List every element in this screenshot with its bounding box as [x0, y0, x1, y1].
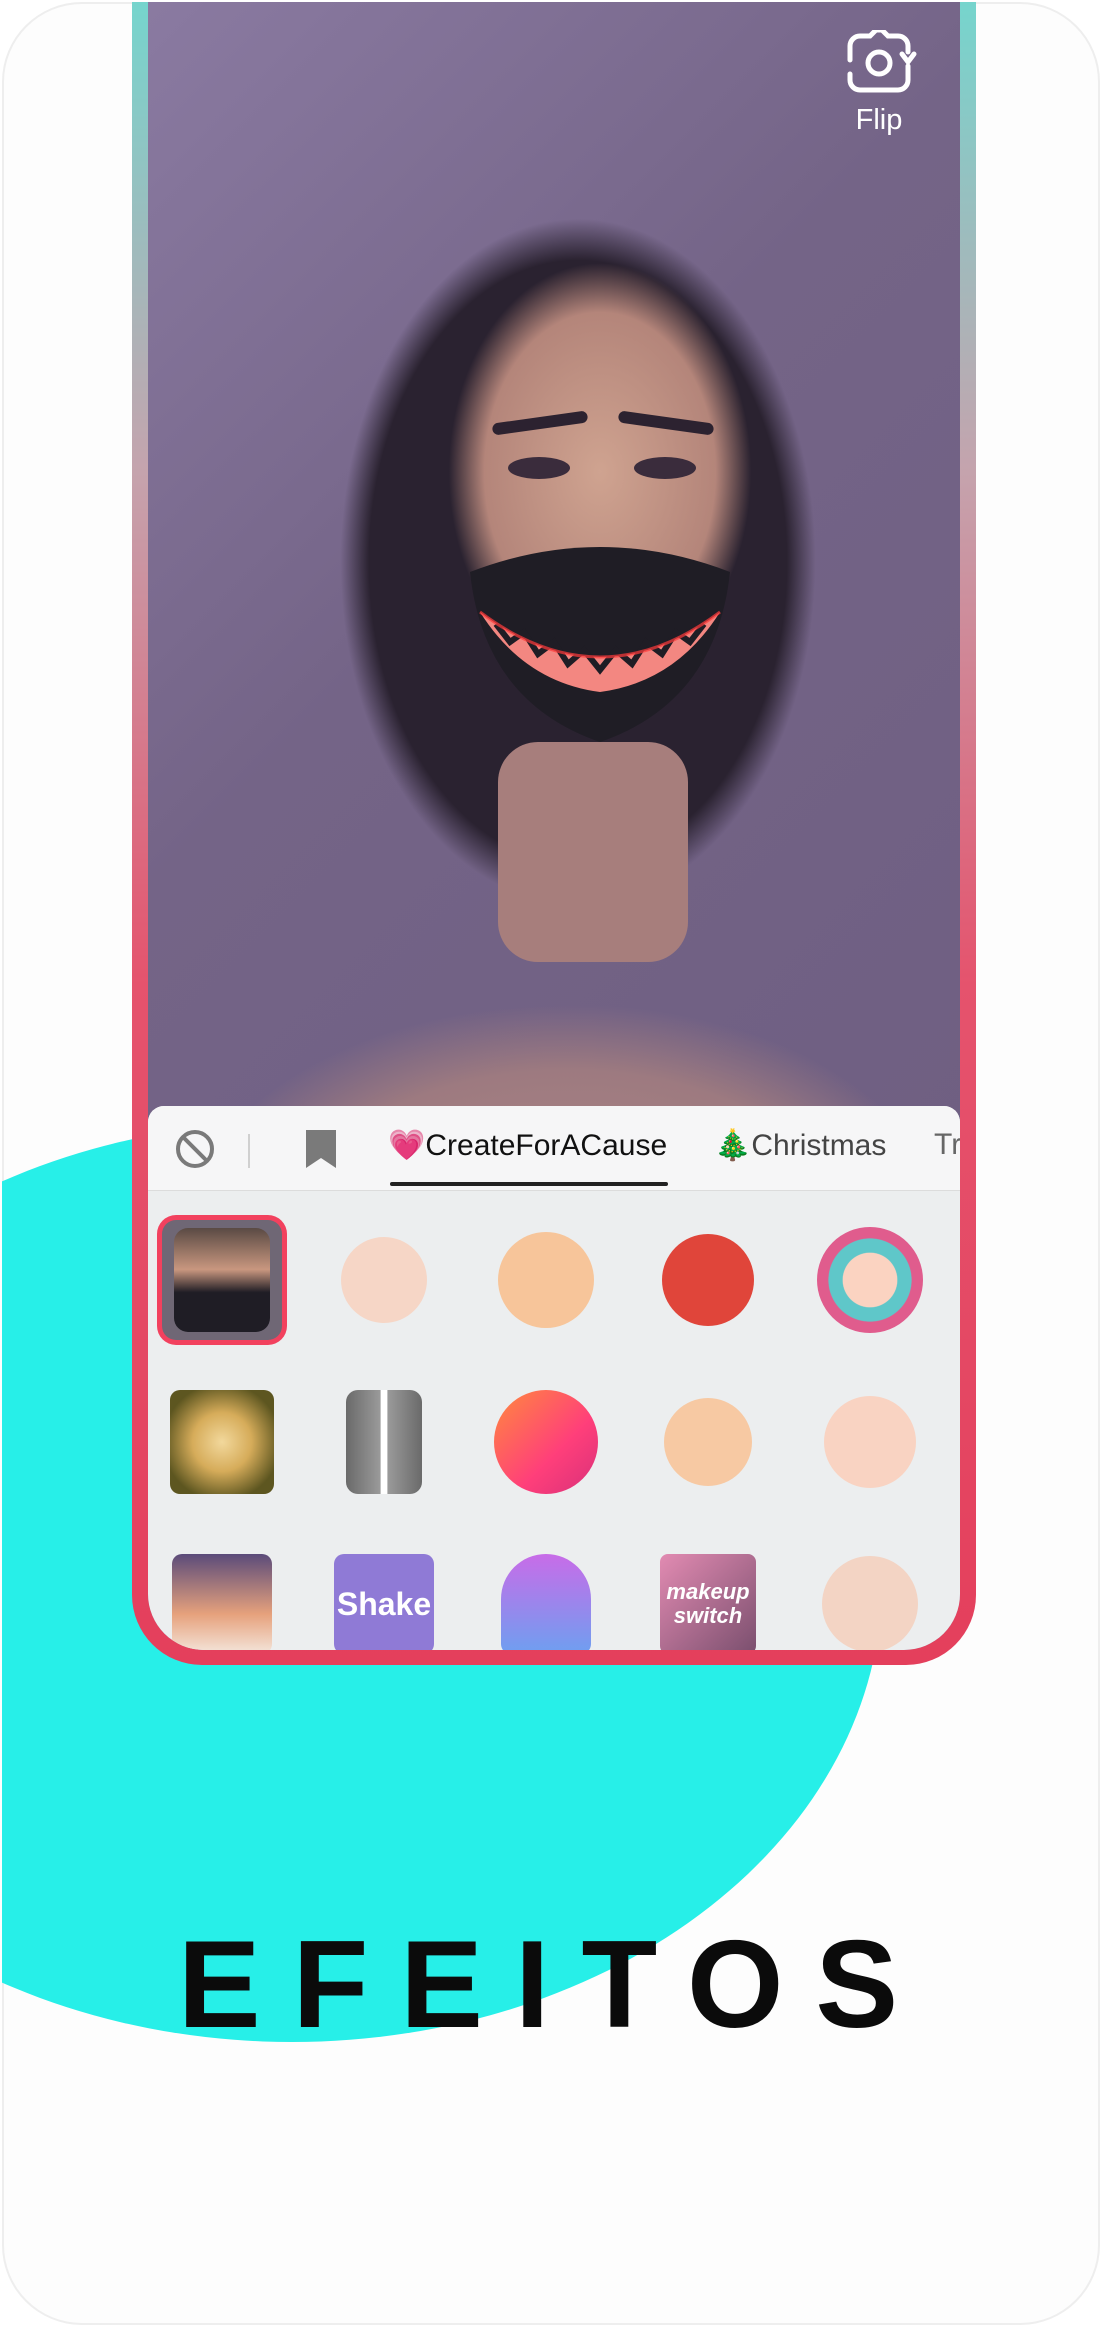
- no-effect-icon[interactable]: [174, 1128, 216, 1170]
- camera-screen: Flip 💗CreateForACause 🎄Christmas Tr Shak…: [148, 2, 960, 1650]
- active-tab-indicator: [390, 1182, 668, 1186]
- promo-card: Flip 💗CreateForACause 🎄Christmas Tr Shak…: [2, 2, 1100, 2325]
- tab-truncated[interactable]: Tr: [934, 1128, 960, 1162]
- phone-frame: Flip 💗CreateForACause 🎄Christmas Tr Shak…: [132, 2, 976, 1665]
- camera-preview: [148, 2, 960, 1272]
- effect-glowing-smile-mask[interactable]: [162, 1220, 282, 1340]
- tab-createforacause[interactable]: 💗CreateForACause: [388, 1128, 667, 1163]
- tab-divider: [248, 1134, 250, 1168]
- effect-purple-hair-avatar[interactable]: [486, 1544, 606, 1650]
- effect-cute-big-eyes-face[interactable]: [810, 1382, 930, 1502]
- effect-makeup-switch[interactable]: makeup switch: [648, 1544, 768, 1650]
- effect-sparkle[interactable]: [486, 1382, 606, 1502]
- effect-golden-blur-face[interactable]: [162, 1382, 282, 1502]
- bookmark-icon[interactable]: [304, 1128, 338, 1170]
- glowing-mask-effect: [470, 547, 730, 742]
- effect-suit-outfit[interactable]: [324, 1382, 444, 1502]
- shake-label: Shake: [336, 1585, 432, 1622]
- flip-camera-icon: [847, 30, 917, 93]
- effect-hooded-face[interactable]: [810, 1220, 930, 1340]
- effects-panel: 💗CreateForACause 🎄Christmas Tr Shake mak…: [148, 1106, 960, 1650]
- flip-label: Flip: [855, 104, 903, 136]
- makeup-switch-label: makeup switch: [666, 1579, 750, 1628]
- effects-tab-bar: 💗CreateForACause 🎄Christmas Tr: [148, 1106, 960, 1191]
- effect-shake[interactable]: Shake: [324, 1544, 444, 1650]
- effect-spiders-face[interactable]: [324, 1220, 444, 1340]
- flip-camera-button[interactable]: Flip: [834, 30, 924, 137]
- effect-airplane-wing[interactable]: [162, 1544, 282, 1650]
- effect-heart-glasses-face[interactable]: [486, 1220, 606, 1340]
- effect-stars-crown-face[interactable]: [810, 1544, 930, 1650]
- tab-christmas[interactable]: 🎄Christmas: [714, 1128, 886, 1163]
- page-title: EFEITOS: [177, 1916, 931, 2054]
- effect-red-monster-face[interactable]: [648, 1220, 768, 1340]
- effect-sad-face[interactable]: [648, 1382, 768, 1502]
